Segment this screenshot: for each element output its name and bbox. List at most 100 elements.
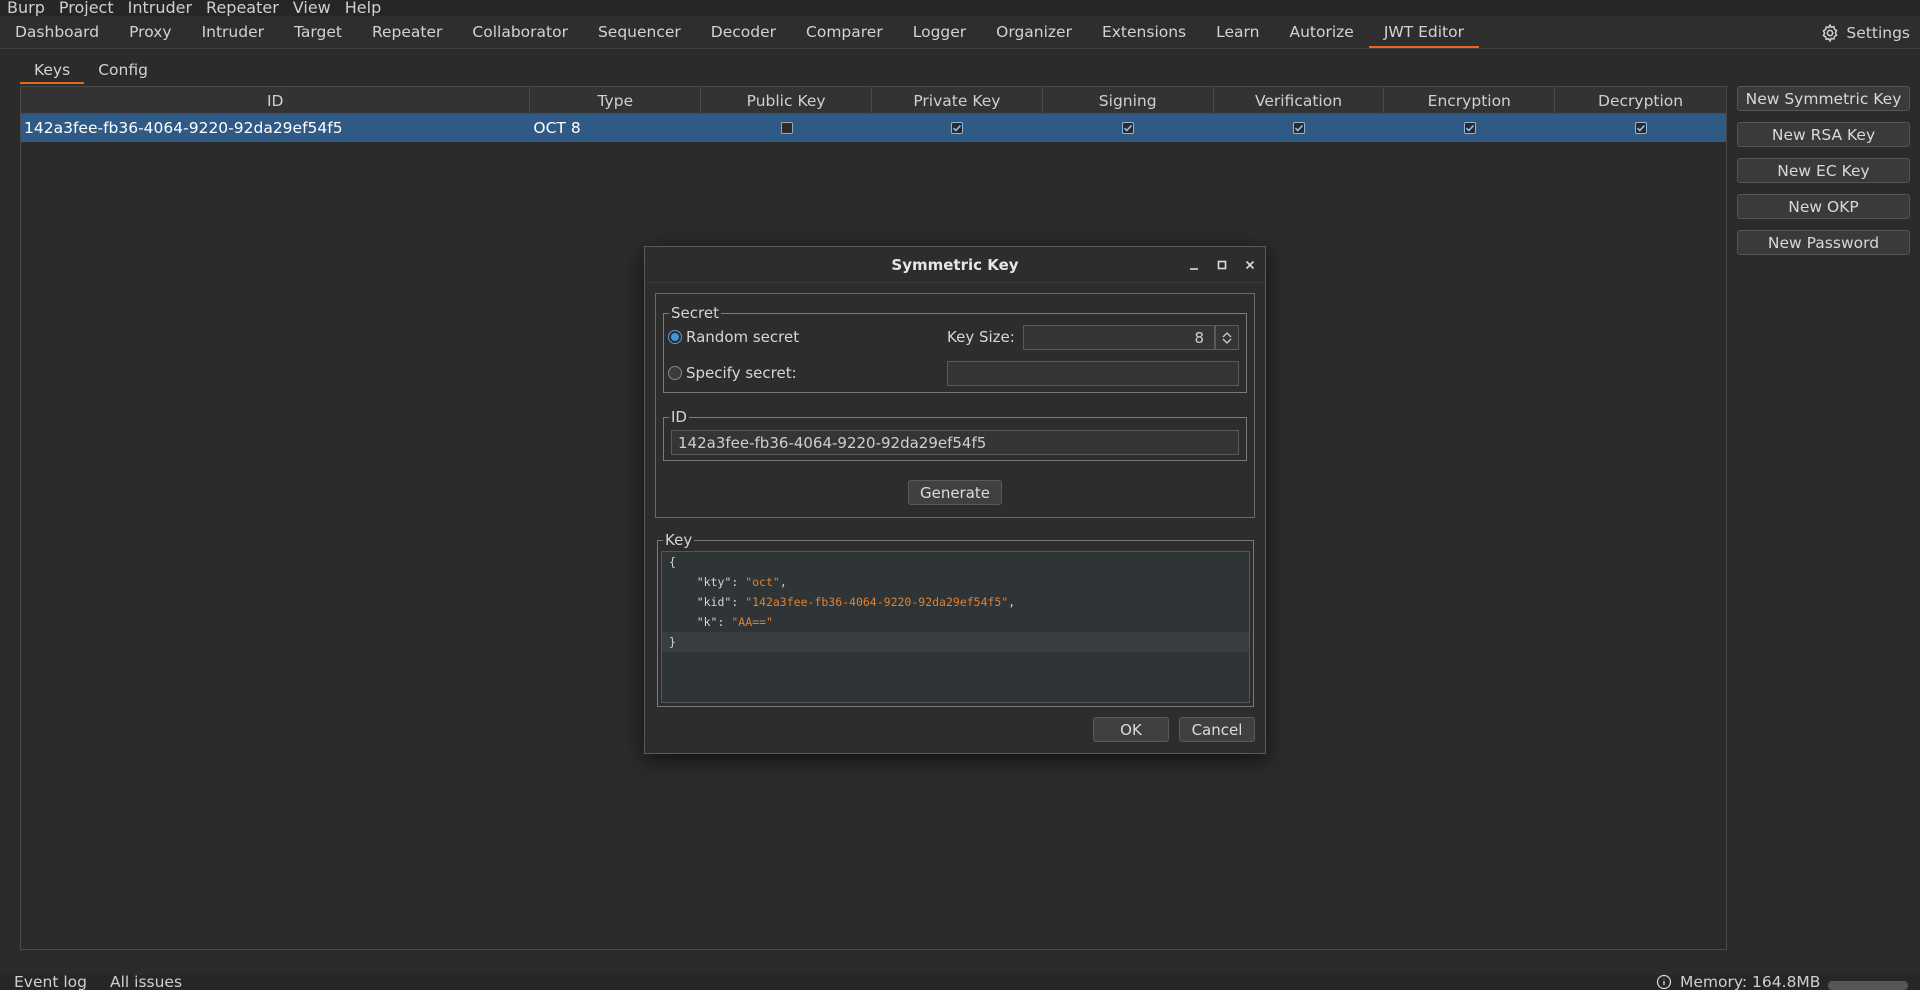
json-kid-key: "kid" — [696, 595, 732, 609]
new-rsa-key-button[interactable]: New RSA Key — [1737, 122, 1910, 147]
specify-secret-option[interactable]: Specify secret: — [668, 364, 797, 382]
json-line: { — [669, 555, 676, 569]
col-verification[interactable]: Verification — [1214, 87, 1385, 114]
tab-sequencer[interactable]: Sequencer — [583, 16, 696, 48]
encryption-checkbox[interactable] — [1463, 122, 1476, 134]
random-secret-radio[interactable] — [668, 330, 682, 344]
subtab-keys[interactable]: Keys — [20, 56, 85, 84]
table-header: ID Type Public Key Private Key Signing V… — [21, 87, 1726, 114]
event-log-tab[interactable]: Event log — [14, 973, 87, 990]
key-action-buttons: New Symmetric Key New RSA Key New EC Key… — [1737, 86, 1910, 266]
check-icon — [1636, 124, 1645, 132]
decryption-checkbox[interactable] — [1634, 122, 1647, 134]
json-k-value: "AA==" — [731, 615, 773, 629]
menu-burp[interactable]: Burp — [0, 0, 52, 16]
memory-bar — [1828, 981, 1908, 990]
table-row[interactable]: 142a3fee-fb36-4064-9220-92da29ef54f5 OCT… — [21, 114, 1726, 142]
col-decryption[interactable]: Decryption — [1555, 87, 1726, 114]
dialog-title-bar[interactable]: Symmetric Key — [645, 247, 1265, 283]
specify-secret-radio[interactable] — [668, 366, 682, 380]
check-icon — [953, 124, 962, 132]
cell-verification — [1214, 114, 1385, 142]
dialog-title: Symmetric Key — [891, 255, 1019, 274]
tab-organizer[interactable]: Organizer — [981, 16, 1087, 48]
main-tab-bar: Dashboard Proxy Intruder Target Repeater… — [0, 16, 1920, 49]
menu-repeater[interactable]: Repeater — [199, 0, 286, 16]
generate-button[interactable]: Generate — [908, 480, 1002, 505]
minimize-icon[interactable] — [1189, 260, 1199, 270]
ok-button[interactable]: OK — [1093, 717, 1169, 742]
col-id[interactable]: ID — [21, 87, 531, 114]
jwt-subtabs: Keys Config — [20, 56, 162, 84]
tab-intruder[interactable]: Intruder — [187, 16, 279, 48]
menu-view[interactable]: View — [286, 0, 338, 16]
public-key-checkbox[interactable] — [780, 122, 793, 134]
tab-learn[interactable]: Learn — [1201, 16, 1274, 48]
col-type[interactable]: Type — [530, 87, 702, 114]
key-size-spinner[interactable] — [1215, 325, 1239, 350]
menu-help[interactable]: Help — [338, 0, 388, 16]
settings-label: Settings — [1846, 23, 1910, 42]
tab-target[interactable]: Target — [279, 16, 357, 48]
menu-project[interactable]: Project — [52, 0, 121, 16]
subtab-config[interactable]: Config — [84, 56, 162, 84]
tab-comparer[interactable]: Comparer — [791, 16, 898, 48]
tab-decoder[interactable]: Decoder — [696, 16, 791, 48]
tab-dashboard[interactable]: Dashboard — [0, 16, 114, 48]
cell-public-key — [701, 114, 872, 142]
tab-repeater[interactable]: Repeater — [357, 16, 457, 48]
id-input[interactable]: 142a3fee-fb36-4064-9220-92da29ef54f5 — [671, 430, 1239, 455]
signing-checkbox[interactable] — [1122, 122, 1135, 134]
json-kty-value: "oct" — [745, 575, 780, 589]
private-key-checkbox[interactable] — [951, 122, 964, 134]
status-bar: Event log All issues Memory: 164.8MB — [0, 973, 1920, 990]
secret-legend: Secret — [669, 304, 721, 322]
tab-autorize[interactable]: Autorize — [1274, 16, 1368, 48]
menu-bar: Burp Project Intruder Repeater View Help — [0, 0, 1920, 16]
json-k-key: "k" — [696, 615, 718, 629]
json-line: } — [662, 632, 1249, 652]
cell-decryption — [1555, 114, 1726, 142]
specify-secret-input[interactable] — [947, 361, 1239, 386]
key-legend: Key — [663, 531, 695, 549]
col-public-key[interactable]: Public Key — [701, 87, 872, 114]
memory-label: Memory: 164.8MB — [1680, 973, 1821, 990]
cell-type: OCT 8 — [533, 119, 581, 137]
maximize-icon[interactable] — [1217, 260, 1227, 270]
tab-logger[interactable]: Logger — [898, 16, 981, 48]
cell-private-key — [872, 114, 1043, 142]
cancel-button[interactable]: Cancel — [1179, 717, 1255, 742]
tab-extensions[interactable]: Extensions — [1087, 16, 1201, 48]
random-secret-option[interactable]: Random secret — [668, 328, 799, 346]
key-size-input[interactable]: 8 — [1023, 325, 1215, 350]
new-ec-key-button[interactable]: New EC Key — [1737, 158, 1910, 183]
col-signing[interactable]: Signing — [1043, 87, 1214, 114]
menu-intruder[interactable]: Intruder — [121, 0, 199, 16]
all-issues-tab[interactable]: All issues — [110, 973, 182, 990]
key-size-label: Key Size: — [947, 328, 1015, 346]
check-icon — [1294, 124, 1304, 132]
verification-checkbox[interactable] — [1292, 122, 1305, 134]
new-password-button[interactable]: New Password — [1737, 230, 1910, 255]
new-okp-button[interactable]: New OKP — [1737, 194, 1910, 219]
json-line: "k": "AA==" — [696, 615, 773, 629]
chevron-down-icon[interactable] — [1222, 338, 1232, 345]
cell-signing — [1043, 114, 1214, 142]
json-line: "kty": "oct", — [696, 575, 787, 589]
key-json-editor[interactable]: { "kty": "oct", "kid": "142a3fee-fb36-40… — [661, 551, 1250, 703]
tab-proxy[interactable]: Proxy — [114, 16, 186, 48]
close-icon[interactable] — [1245, 260, 1255, 270]
gear-icon — [1822, 23, 1838, 42]
tab-collaborator[interactable]: Collaborator — [457, 16, 583, 48]
chevron-up-icon[interactable] — [1222, 331, 1232, 338]
cell-id: 142a3fee-fb36-4064-9220-92da29ef54f5 — [24, 119, 343, 137]
check-icon — [1124, 124, 1133, 132]
tab-jwt-editor[interactable]: JWT Editor — [1368, 16, 1480, 48]
settings-button[interactable]: Settings — [1820, 16, 1910, 49]
col-private-key[interactable]: Private Key — [872, 87, 1043, 114]
symmetric-key-dialog: Symmetric Key Secret Random secret Speci… — [644, 246, 1266, 754]
new-symmetric-key-button[interactable]: New Symmetric Key — [1737, 86, 1910, 111]
json-line: "kid": "142a3fee-fb36-4064-9220-92da29ef… — [696, 595, 1016, 609]
window-controls — [1189, 247, 1255, 283]
col-encryption[interactable]: Encryption — [1384, 87, 1556, 114]
